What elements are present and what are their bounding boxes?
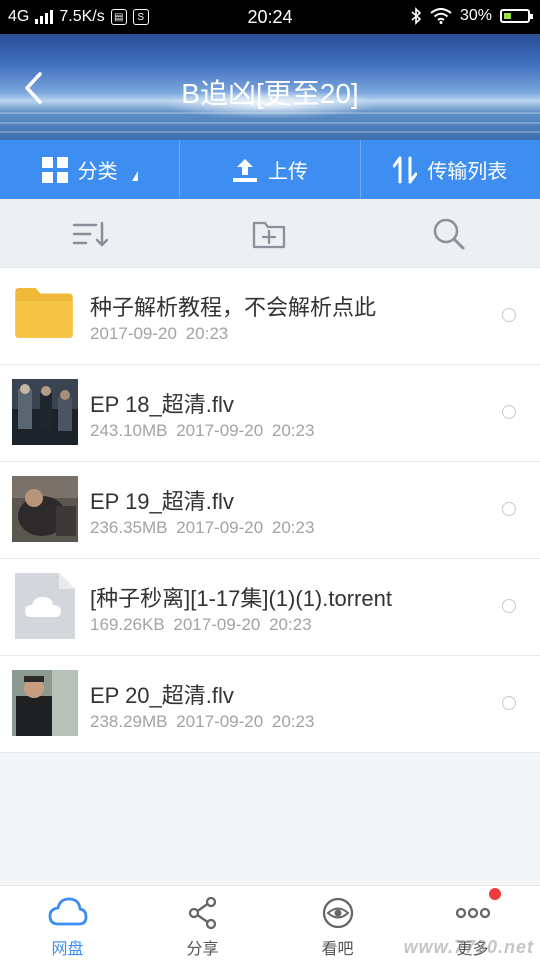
folder-thumbnail <box>12 282 78 348</box>
bluetooth-icon <box>411 7 422 25</box>
video-thumbnail <box>12 379 78 445</box>
file-meta: 243.10MB 2017-09-20 20:23 <box>90 421 315 440</box>
file-name: 种子解析教程，不会解析点此 <box>90 295 377 320</box>
sort-button[interactable] <box>72 217 109 251</box>
notification-dot <box>489 888 501 900</box>
video-thumbnail <box>12 476 78 542</box>
nav-label: 网盘 <box>51 941 84 958</box>
sort-icon <box>72 221 109 247</box>
file-meta: 238.29MB 2017-09-20 20:23 <box>90 712 315 731</box>
file-meta: 169.26KB 2017-09-20 20:23 <box>90 615 312 634</box>
share-icon <box>188 896 216 930</box>
file-row-torrent[interactable]: [种子秒离][1-17集](1)(1).torrent 169.26KB 201… <box>0 559 540 656</box>
add-folder-icon <box>252 221 286 249</box>
category-button[interactable]: 分类 <box>0 140 179 199</box>
nav-kanba[interactable]: 看吧 <box>270 886 405 961</box>
video-thumbnail-image <box>12 670 78 736</box>
video-thumbnail <box>12 670 78 736</box>
upload-label: 上传 <box>267 161 308 183</box>
header-decoration <box>0 131 540 133</box>
select-radio[interactable] <box>502 502 516 516</box>
select-radio[interactable] <box>502 405 516 419</box>
file-name: EP 18_超清.flv <box>90 392 234 417</box>
video-thumbnail-image <box>12 379 78 445</box>
battery-icon <box>500 9 533 23</box>
upload-icon <box>232 158 257 182</box>
file-list: 种子解析教程，不会解析点此 2017-09-20 20:23 EP 18_超清.… <box>0 268 540 753</box>
nav-netdisk[interactable]: 网盘 <box>0 886 135 961</box>
transfer-list-label: 传输列表 <box>427 161 508 183</box>
battery-percent: 30% <box>459 7 492 24</box>
watermark: www.7730.net <box>403 937 534 957</box>
header-decoration <box>0 122 540 124</box>
video-thumbnail-image <box>12 476 78 542</box>
torrent-thumbnail <box>12 573 78 639</box>
status-bar: 4G 7.5K/s ▤ S 20:24 30% <box>0 0 540 34</box>
file-name: EP 20_超清.flv <box>90 683 234 708</box>
file-row-video[interactable]: EP 18_超清.flv 243.10MB 2017-09-20 20:23 <box>0 365 540 462</box>
file-name: EP 19_超清.flv <box>90 489 234 514</box>
transfer-list-button[interactable]: 传输列表 <box>359 140 540 199</box>
file-meta: 236.35MB 2017-09-20 20:23 <box>90 518 315 537</box>
tool-row <box>0 199 540 268</box>
file-meta: 2017-09-20 20:23 <box>90 324 229 343</box>
folder-icon <box>15 288 73 338</box>
file-row-video[interactable]: EP 19_超清.flv 236.35MB 2017-09-20 20:23 <box>0 462 540 559</box>
page-title: B追凶[更至20] <box>181 78 359 109</box>
cloud-icon <box>48 897 87 926</box>
select-radio[interactable] <box>502 696 516 710</box>
eye-icon <box>322 897 353 929</box>
status-right: 30% <box>410 7 533 25</box>
unknown-file-icon <box>15 573 75 639</box>
category-label: 分类 <box>77 161 118 183</box>
grid-icon <box>41 156 68 183</box>
wifi-icon <box>430 8 452 24</box>
file-row-video[interactable]: EP 20_超清.flv 238.29MB 2017-09-20 20:23 <box>0 656 540 753</box>
action-bar: 分类 上传 传输列表 <box>0 140 540 199</box>
nav-share[interactable]: 分享 <box>135 886 270 961</box>
select-radio[interactable] <box>502 308 516 322</box>
file-row-folder[interactable]: 种子解析教程，不会解析点此 2017-09-20 20:23 <box>0 268 540 365</box>
nav-label: 分享 <box>186 941 219 958</box>
search-icon <box>433 218 465 250</box>
file-name: [种子秒离][1-17集](1)(1).torrent <box>90 586 392 611</box>
nav-label: 看吧 <box>321 941 354 958</box>
caret-icon <box>131 170 138 181</box>
header: B追凶[更至20] <box>0 34 540 140</box>
transfer-icon <box>393 156 418 183</box>
new-folder-button[interactable] <box>252 217 286 251</box>
select-radio[interactable] <box>502 599 516 613</box>
more-icon <box>455 907 490 919</box>
search-button[interactable] <box>432 217 466 251</box>
upload-button[interactable]: 上传 <box>179 140 359 199</box>
